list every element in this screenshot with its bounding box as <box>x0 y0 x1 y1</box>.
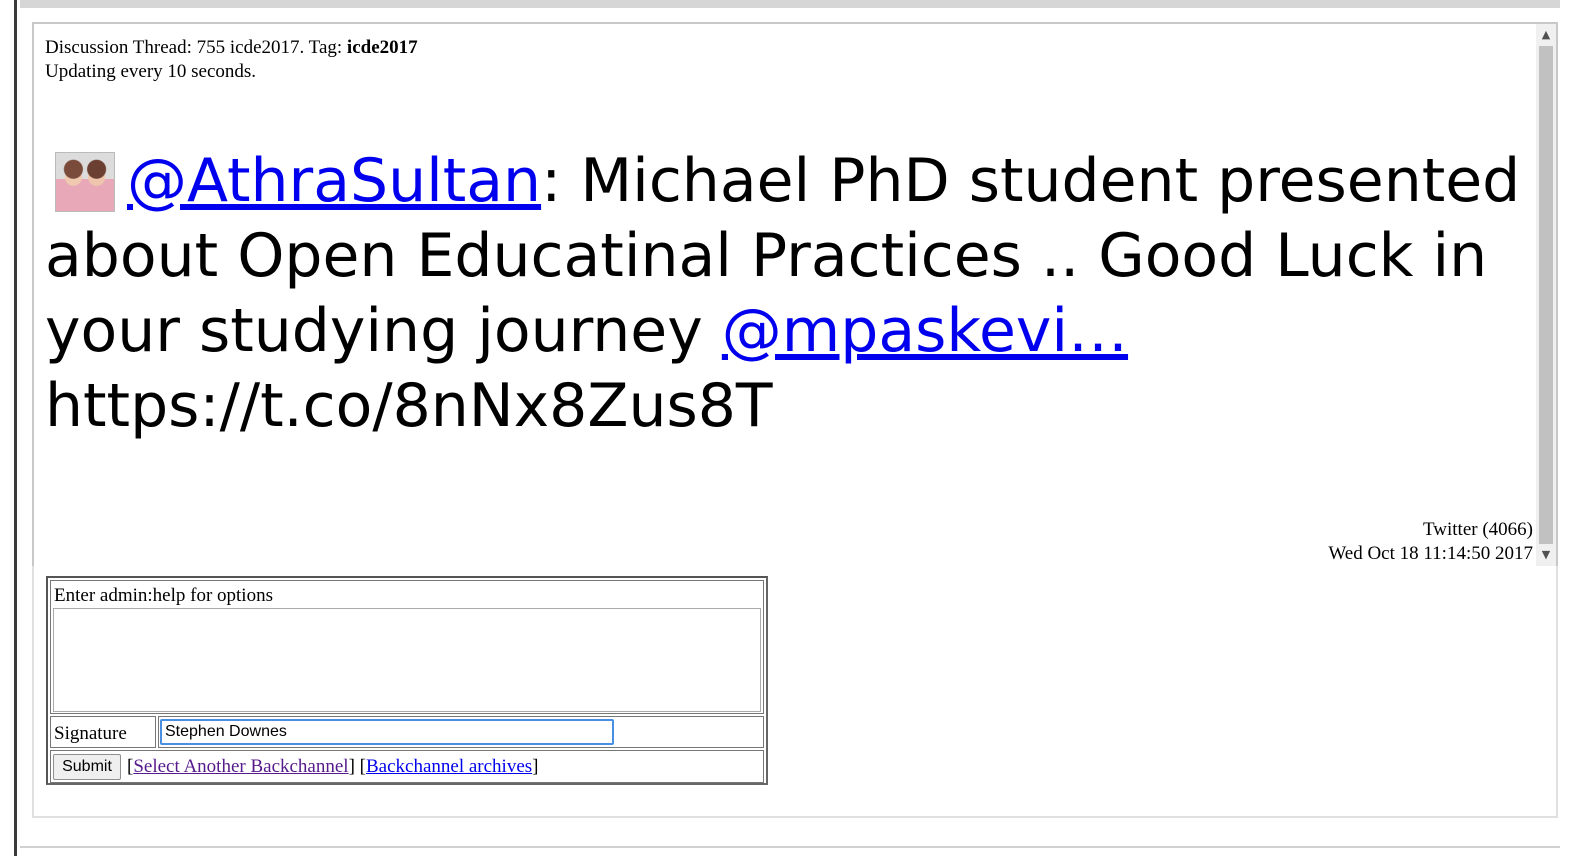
scroll-up-arrow-icon[interactable]: ▲ <box>1536 26 1556 44</box>
discussion-content: Discussion Thread: 755 icde2017. Tag: ic… <box>45 36 1533 564</box>
signature-input-cell <box>158 716 764 748</box>
input-frame: Enter admin:help for options Signature S… <box>32 566 1558 818</box>
top-band <box>20 0 1560 8</box>
scroll-down-arrow-icon[interactable]: ▼ <box>1536 546 1556 564</box>
message-cell: Enter admin:help for options <box>50 580 764 714</box>
signature-input[interactable] <box>160 719 614 745</box>
thread-tag: icde2017 <box>346 37 418 58</box>
select-backchannel-link[interactable]: Select Another Backchannel <box>133 756 348 777</box>
actions-cell: Submit [Select Another Backchannel] [Bac… <box>50 750 764 783</box>
post-text-part2: https://t.co/8nNx8Zus8T <box>45 371 773 441</box>
post-meta: Twitter (4066) Wed Oct 18 11:14:50 2017 <box>1328 518 1533 566</box>
message-textarea[interactable] <box>53 608 761 712</box>
discussion-frame: Discussion Thread: 755 icde2017. Tag: ic… <box>32 22 1558 568</box>
window-left-edge <box>14 0 20 856</box>
admin-help-label: Enter admin:help for options <box>54 585 273 606</box>
author-handle-link[interactable]: @AthraSultan <box>127 146 541 216</box>
post-timestamp: Wed Oct 18 11:14:50 2017 <box>1328 543 1533 564</box>
post-body: @AthraSultan: Michael PhD student presen… <box>45 144 1525 444</box>
backchannel-archives-link[interactable]: Backchannel archives <box>366 756 532 777</box>
bottom-rule <box>20 846 1560 848</box>
post-source: Twitter (4066) <box>1422 519 1533 540</box>
thread-prefix: Discussion Thread: 755 icde2017. Tag: <box>45 37 347 58</box>
update-status: Updating every 10 seconds. <box>45 61 257 82</box>
submit-button[interactable]: Submit <box>53 754 121 780</box>
signature-label-cell: Signature <box>50 716 156 748</box>
author-avatar[interactable] <box>55 152 115 212</box>
scroll-thumb[interactable] <box>1539 46 1553 544</box>
mention-link[interactable]: @mpaskevi… <box>722 296 1128 366</box>
nav-links: [Select Another Backchannel] [Backchanne… <box>127 756 539 777</box>
post-form: Enter admin:help for options Signature S… <box>46 576 768 785</box>
thread-header: Discussion Thread: 755 icde2017. Tag: ic… <box>45 36 1533 60</box>
vertical-scrollbar[interactable]: ▲ ▼ <box>1536 24 1556 566</box>
signature-label: Signature <box>54 723 127 744</box>
